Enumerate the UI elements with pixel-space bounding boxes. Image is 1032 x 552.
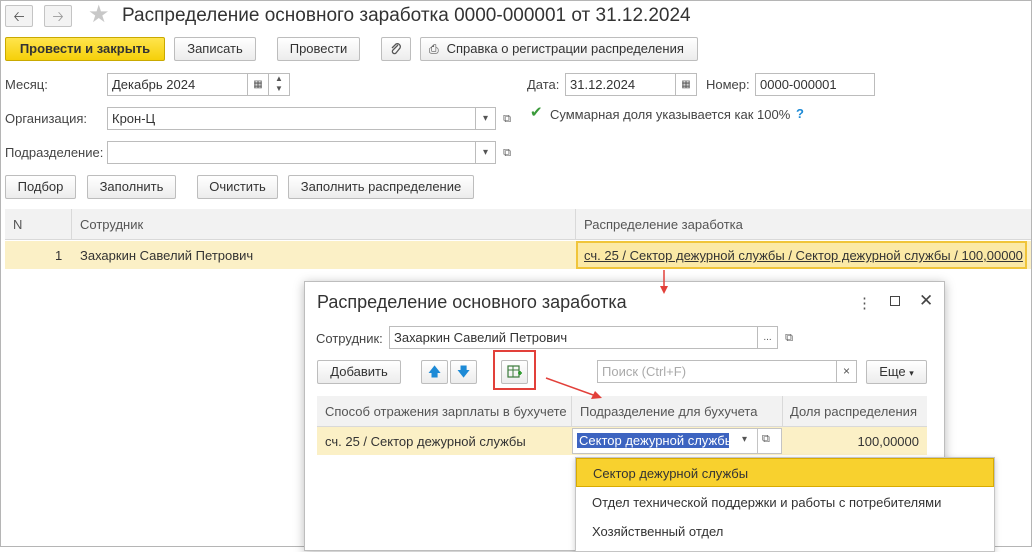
annotation-arrows	[545, 270, 668, 399]
